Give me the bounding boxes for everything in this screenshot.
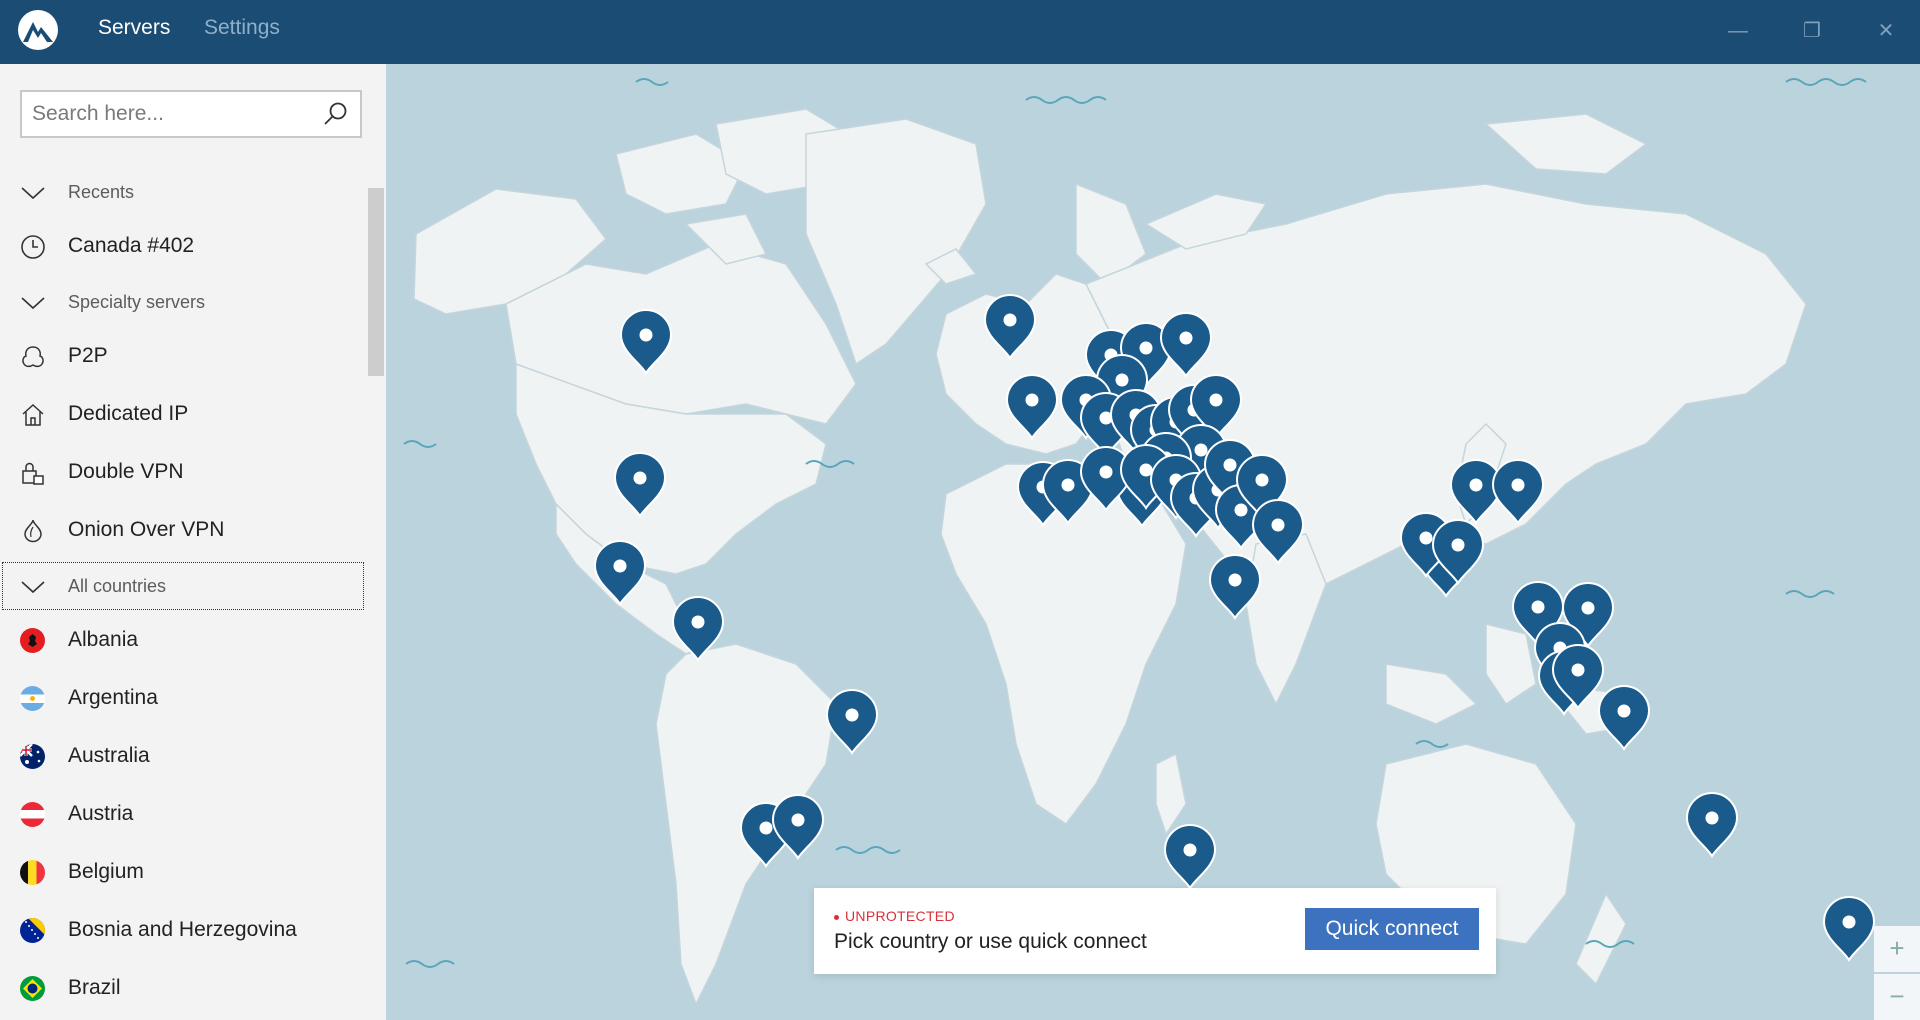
country-item-australia[interactable]: Australia [0,732,366,780]
server-pin-icon[interactable] [1597,685,1651,751]
zoom-in-button[interactable]: + [1874,926,1920,972]
recent-item-label: Canada #402 [68,234,195,257]
country-label: Argentina [68,686,158,709]
country-label: Austria [68,802,134,825]
world-map[interactable]: + − [386,64,1920,1020]
austria-flag-icon [20,802,45,827]
status-badge: UNPROTECTED [834,908,955,924]
double-lock-icon [22,462,44,485]
country-item-albania[interactable]: Albania [0,616,366,664]
sidebar: Recents Canada #402 Specialty servers P2… [0,64,386,1020]
server-pin-icon[interactable] [1159,312,1213,378]
country-item-belgium[interactable]: Belgium [0,848,366,896]
bosnia-flag-icon [20,918,45,943]
server-pin-icon[interactable] [1251,499,1305,565]
zoom-out-button[interactable]: − [1874,974,1920,1020]
country-item-austria[interactable]: Austria [0,790,366,838]
section-all-countries[interactable]: All countries [2,562,364,610]
specialty-item-label: Onion Over VPN [68,518,225,541]
albania-flag-icon [20,628,45,653]
server-pin-icon[interactable] [1005,374,1059,440]
status-text: UNPROTECTED [845,908,955,924]
onion-icon [24,519,42,543]
status-dot-icon [834,914,839,920]
server-pin-icon[interactable] [593,540,647,606]
status-message: Pick country or use quick connect [834,930,1147,953]
country-label: Bosnia and Herzegovina [68,918,297,941]
server-pin-icon[interactable] [613,452,667,518]
search-input[interactable] [32,92,312,136]
section-specialty-servers[interactable]: Specialty servers [0,278,366,326]
country-label: Australia [68,744,150,767]
specialty-item-dedicated-ip[interactable]: Dedicated IP [0,390,366,438]
server-pin-icon[interactable] [1208,554,1262,620]
quick-connect-button[interactable]: Quick connect [1305,908,1479,950]
brazil-flag-icon [20,976,45,1001]
section-label: Recents [68,182,135,202]
section-label: All countries [68,576,167,596]
title-bar: Servers Settings — ❐ ✕ [0,0,1920,64]
country-item-brazil[interactable]: Brazil [0,964,366,1012]
p2p-icon [22,346,44,368]
server-pin-icon[interactable] [619,309,673,375]
country-item-bosnia-and-herzegovina[interactable]: Bosnia and Herzegovina [0,906,366,954]
minimize-button[interactable]: — [1718,14,1758,48]
recent-item-canada-402[interactable]: Canada #402 [0,222,366,270]
country-label: Albania [68,628,139,651]
chevron-down-icon [21,297,45,310]
server-pin-icon[interactable] [671,596,725,662]
specialty-item-label: P2P [68,344,108,367]
specialty-item-label: Double VPN [68,460,184,483]
chevron-down-icon [21,187,45,200]
tab-servers[interactable]: Servers [98,16,170,40]
search-icon[interactable] [322,100,350,128]
specialty-item-double-vpn[interactable]: Double VPN [0,448,366,496]
australia-flag-icon [20,744,45,769]
specialty-item-label: Dedicated IP [68,402,189,425]
restore-button[interactable]: ❐ [1792,14,1832,48]
sidebar-scrollbar[interactable] [368,188,384,376]
country-label: Brazil [68,976,121,999]
connection-status-panel: UNPROTECTED Pick country or use quick co… [814,888,1496,974]
server-pin-icon[interactable] [1822,896,1876,962]
section-label: Specialty servers [68,292,206,312]
country-item-argentina[interactable]: Argentina [0,674,366,722]
specialty-item-onion-over-vpn[interactable]: Onion Over VPN [0,506,366,554]
search-box [20,90,362,138]
server-pin-icon[interactable] [983,294,1037,360]
clock-icon [21,235,45,259]
tab-settings[interactable]: Settings [204,16,280,40]
argentina-flag-icon [20,686,45,711]
close-button[interactable]: ✕ [1866,14,1906,48]
server-pin-icon[interactable] [1163,824,1217,890]
server-pins-layer[interactable] [386,64,1920,1020]
server-pin-icon[interactable] [1491,459,1545,525]
server-pin-icon[interactable] [1685,792,1739,858]
belgium-flag-icon [20,860,45,885]
server-pin-icon[interactable] [825,689,879,755]
home-icon [22,403,44,426]
section-recents[interactable]: Recents [0,168,366,216]
country-label: Belgium [68,860,144,883]
specialty-item-p2p[interactable]: P2P [0,332,366,380]
nordvpn-logo-icon [18,10,58,50]
chevron-down-icon [21,581,45,594]
